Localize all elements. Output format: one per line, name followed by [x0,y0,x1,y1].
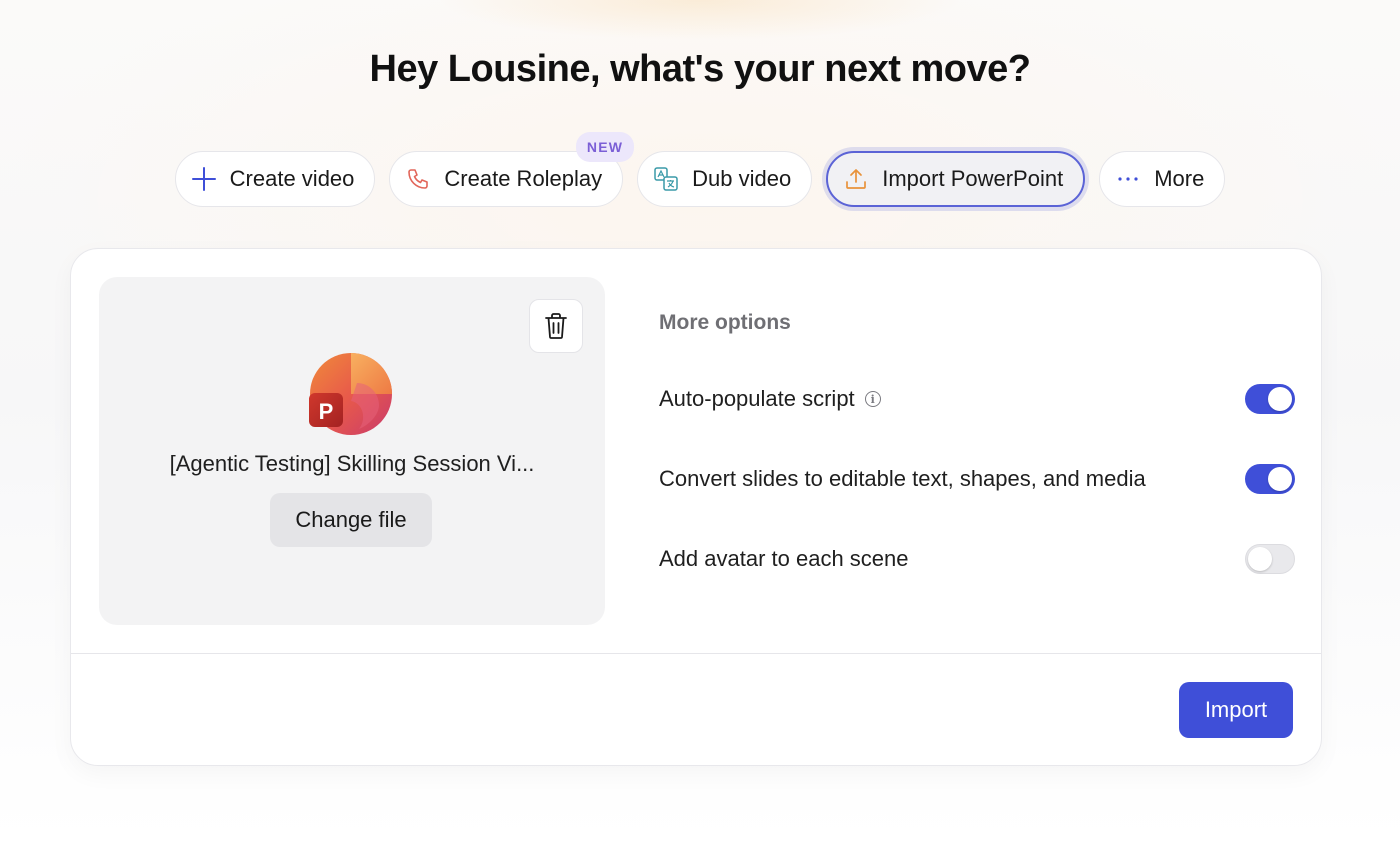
add-avatar-toggle[interactable] [1245,544,1295,574]
toggle-knob [1268,387,1292,411]
convert-slides-toggle[interactable] [1245,464,1295,494]
create-roleplay-button[interactable]: Create Roleplay NEW [389,132,635,207]
import-powerpoint-label: Import PowerPoint [882,166,1064,191]
trash-icon [545,313,567,339]
toggle-knob [1268,467,1292,491]
change-file-button[interactable]: Change file [270,493,432,547]
option-auto-populate-script: Auto-populate script i [659,382,1295,416]
phone-icon [404,165,432,193]
create-roleplay-label: Create Roleplay [444,166,603,191]
info-icon[interactable]: i [864,391,881,407]
import-button[interactable]: Import [1179,682,1293,738]
translate-icon [652,165,680,193]
dub-video-label: Dub video [692,166,792,191]
import-card: P [Agentic Testing] Skilling Session Vi.… [70,248,1322,766]
more-label: More [1154,166,1205,191]
page-title: Hey Lousine, what's your next move? [369,48,1031,90]
dub-video-button[interactable]: Dub video [637,151,813,207]
svg-text:P: P [319,399,334,424]
plus-icon [190,165,218,193]
more-button[interactable]: More [1099,151,1226,207]
option-add-avatar: Add avatar to each scene [659,542,1295,576]
delete-file-button[interactable] [529,299,583,353]
footer-divider [71,653,1321,654]
ellipsis-icon [1114,165,1142,193]
toggle-knob [1248,547,1272,571]
option-label: Convert slides to editable text, shapes,… [659,466,1146,491]
auto-populate-script-toggle[interactable] [1245,384,1295,414]
import-powerpoint-button[interactable]: Import PowerPoint [826,151,1086,207]
file-name: [Agentic Testing] Skilling Session Vi... [169,451,535,476]
file-preview-panel: P [Agentic Testing] Skilling Session Vi.… [99,277,605,625]
new-badge: NEW [575,132,635,162]
upload-icon [842,165,870,193]
quick-actions-bar: Create video Create Roleplay NEW Dub vid… [0,132,1400,207]
option-label: Auto-populate script [659,386,855,411]
create-video-label: Create video [229,166,355,191]
option-convert-slides: Convert slides to editable text, shapes,… [659,462,1295,496]
create-video-button[interactable]: Create video [174,151,376,207]
more-options-title: More options [659,311,791,334]
option-label: Add avatar to each scene [659,546,909,571]
powerpoint-logo-icon: P [309,353,392,435]
